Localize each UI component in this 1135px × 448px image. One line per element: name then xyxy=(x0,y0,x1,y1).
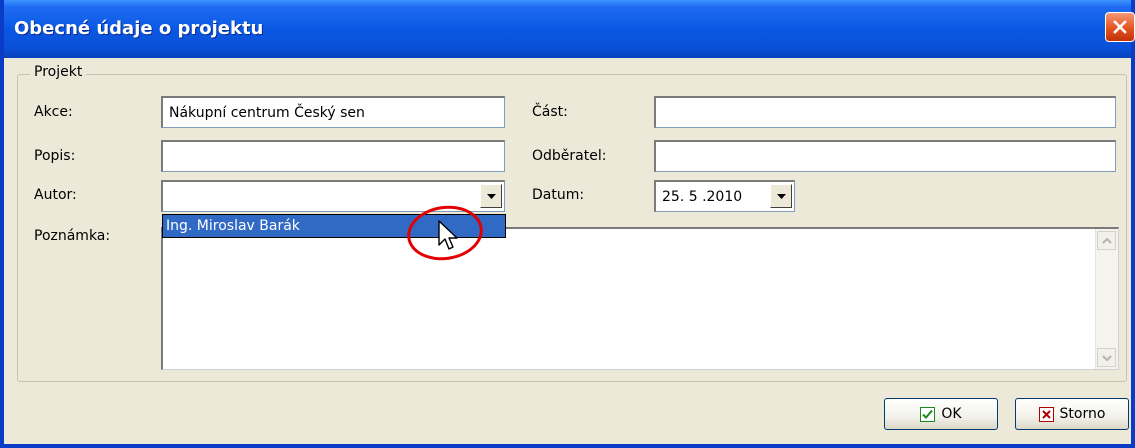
scroll-down-button[interactable] xyxy=(1097,348,1116,367)
x-box-icon xyxy=(1038,406,1054,422)
datum-value: 25. 5 .2010 xyxy=(662,189,743,205)
datum-label: Datum: xyxy=(532,187,585,203)
autor-label: Autor: xyxy=(34,187,77,203)
autor-dropdown-button[interactable] xyxy=(480,184,502,208)
groupbox-legend: Projekt xyxy=(30,64,87,80)
storno-button[interactable]: Storno xyxy=(1015,398,1129,430)
odberatel-label: Odběratel: xyxy=(532,148,607,164)
odberatel-input[interactable] xyxy=(654,140,1116,172)
storno-label: Storno xyxy=(1059,406,1106,422)
poznamka-textarea[interactable] xyxy=(161,227,1119,370)
project-info-dialog: Obecné údaje o projektu Projekt Akce: Ná… xyxy=(0,0,1135,448)
chevron-down-icon xyxy=(1102,355,1112,361)
autor-combobox[interactable] xyxy=(161,180,505,212)
chevron-down-icon xyxy=(487,194,496,199)
autor-option[interactable]: Ing. Miroslav Barák xyxy=(163,215,505,237)
akce-label: Akce: xyxy=(34,104,73,120)
datum-picker[interactable]: 25. 5 .2010 xyxy=(654,180,795,212)
poznamka-scrollbar[interactable] xyxy=(1095,229,1118,369)
check-icon xyxy=(920,406,936,422)
title-bar[interactable]: Obecné údaje o projektu xyxy=(4,0,1135,58)
scroll-up-button[interactable] xyxy=(1097,231,1116,250)
poznamka-label: Poznámka: xyxy=(34,228,111,244)
popis-label: Popis: xyxy=(34,148,76,164)
chevron-down-icon xyxy=(777,194,786,199)
autor-dropdown-list: Ing. Miroslav Barák xyxy=(162,214,506,238)
close-button[interactable] xyxy=(1105,12,1135,42)
popis-input[interactable] xyxy=(161,140,505,172)
ok-button[interactable]: OK xyxy=(884,398,998,430)
chevron-up-icon xyxy=(1102,238,1112,244)
datum-dropdown-button[interactable] xyxy=(770,184,792,208)
cast-label: Část: xyxy=(532,104,568,120)
window-title: Obecné údaje o projektu xyxy=(14,18,264,39)
ok-label: OK xyxy=(941,406,962,422)
akce-input[interactable]: Nákupní centrum Český sen xyxy=(161,96,505,128)
cast-input[interactable] xyxy=(654,96,1116,128)
close-icon xyxy=(1113,20,1127,34)
